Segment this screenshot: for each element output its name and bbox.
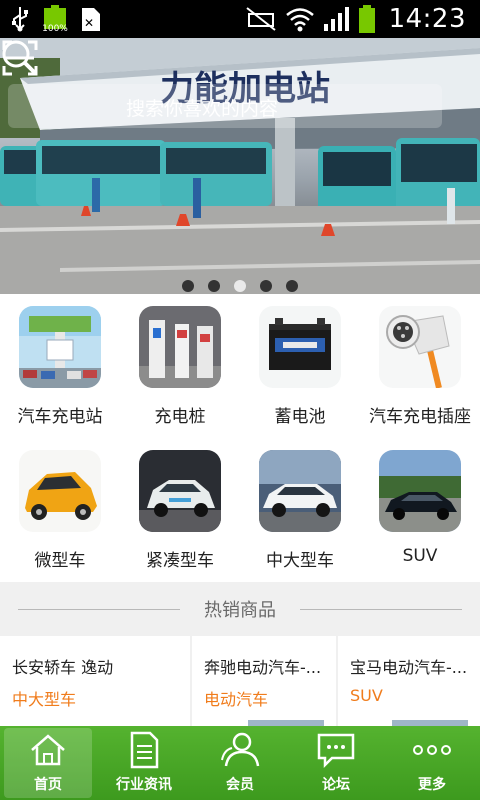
nav-label: 行业资讯 [116,777,172,793]
carousel-dot[interactable] [260,280,272,292]
wifi-icon [285,8,314,32]
carousel-dot-active[interactable] [234,280,246,292]
category-micro-car[interactable]: 微型车 [0,438,120,582]
search-icon[interactable] [0,38,38,76]
nav-label: 会员 [226,777,254,793]
battery-percent-label: 100% [42,24,68,34]
sim-icon: ✕ [82,8,100,31]
product-category: SUV [350,686,383,705]
suv-image [379,450,461,532]
bottom-navigation: 首页 行业资讯 会员 论坛 更多 [0,726,480,800]
category-midsize-car[interactable]: 中大型车 [240,438,360,582]
category-label: 紧凑型车 [146,551,214,571]
category-charging-plug[interactable]: 汽车充电插座 [360,294,480,438]
category-suv[interactable]: SUV [360,438,480,582]
category-charging-station[interactable]: 汽车充电站 [0,294,120,438]
product-name: 宝马电动汽车-... [350,658,468,677]
category-grid: 汽车充电站 充电桩 蓄电池 汽车充电插座 微型车 紧凑型车 中大型车 SUV [0,294,480,582]
category-label: 汽车充电站 [17,407,103,427]
more-icon [413,745,451,755]
battery-image [259,306,341,388]
user-icon [221,732,260,767]
category-label: 蓄电池 [274,407,326,427]
product-name: 奔驰电动汽车-... [204,658,322,677]
svg-text:✕: ✕ [84,16,94,30]
status-bar: 100% ✕ 14:23 [0,0,480,38]
nav-label: 论坛 [322,777,350,793]
section-header: 热销商品 [0,582,480,636]
nav-item-forum[interactable]: 论坛 [288,726,384,800]
clock: 14:23 [388,4,466,34]
carousel-dot[interactable] [286,280,298,292]
midsize-car-image [259,450,341,532]
nav-label: 首页 [34,777,62,793]
battery-small-icon: 100% [42,5,68,34]
nav-item-home[interactable]: 首页 [0,726,96,800]
category-label: 汽车充电插座 [369,407,471,427]
product-category: 中大型车 [12,690,77,709]
home-icon [31,734,65,766]
nav-item-news[interactable]: 行业资讯 [96,726,192,800]
nav-label: 更多 [418,777,446,793]
product-name: 长安轿车 逸动 [12,658,114,677]
document-icon [130,731,159,769]
search-placeholder[interactable]: 搜索你喜欢的内容 [126,94,278,121]
charging-station-image [19,306,101,388]
banner-image: 力能加电站 [0,38,480,294]
nav-item-member[interactable]: 会员 [192,726,288,800]
compact-car-image [139,450,221,532]
chat-icon [317,733,355,769]
micro-car-image [19,450,101,532]
carousel-dot[interactable] [208,280,220,292]
battery-icon [358,5,375,33]
hot-products-section: 热销商品 长安轿车 逸动 中大型车 奔驰电动汽车-... 电动汽车 宝马电动汽车… [0,582,480,726]
carousel-dot[interactable] [182,280,194,292]
charging-pile-image [139,306,221,388]
category-label: 充电桩 [154,407,206,427]
banner-carousel[interactable]: 力能加电站 搜索你喜欢的内容 [0,38,480,294]
product-card[interactable]: 长安轿车 逸动 中大型车 [0,636,190,726]
category-charging-pile[interactable]: 充电桩 [120,294,240,438]
product-list: 长安轿车 逸动 中大型车 奔驰电动汽车-... 电动汽车 宝马电动汽车-... … [0,636,480,726]
usb-icon [12,7,28,32]
charging-plug-image [379,306,461,388]
product-card[interactable]: 奔驰电动汽车-... 电动汽车 [192,636,336,726]
nav-item-more[interactable]: 更多 [384,726,480,800]
divider [300,609,462,610]
category-battery[interactable]: 蓄电池 [240,294,360,438]
category-label: SUV [402,546,438,566]
category-compact-car[interactable]: 紧凑型车 [120,438,240,582]
carousel-indicator [0,280,480,292]
category-label: 中大型车 [266,551,334,571]
product-card[interactable]: 宝马电动汽车-... SUV [338,636,480,726]
category-label: 微型车 [34,551,86,571]
signal-icon [323,7,349,31]
mute-icon [245,7,276,31]
product-category: 电动汽车 [204,690,269,709]
